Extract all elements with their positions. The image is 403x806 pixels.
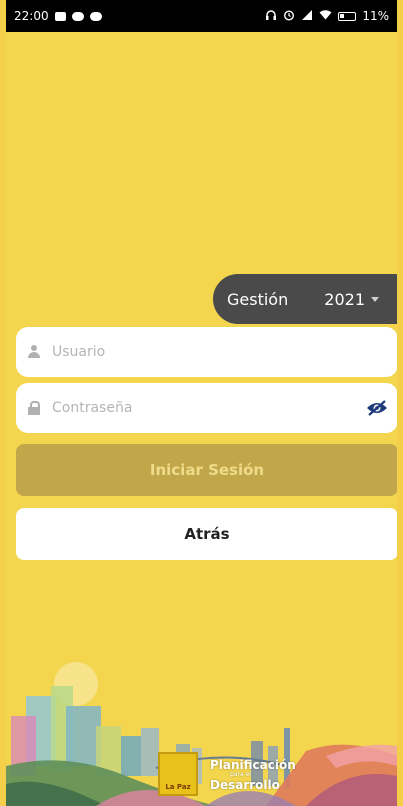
- alarm-icon: [283, 9, 295, 24]
- notification-icon: [71, 11, 84, 21]
- notification-icon: [89, 11, 102, 21]
- headset-icon: [265, 9, 277, 24]
- planificacion-desarrollo-logo: Planificación para el Desarrollo: [210, 758, 296, 792]
- back-button[interactable]: Atrás: [16, 508, 397, 560]
- status-time: 22:00: [14, 9, 49, 23]
- battery-icon: [338, 11, 357, 21]
- city-skyline-illustration: [6, 662, 397, 806]
- year-value: 2021: [324, 289, 365, 309]
- user-icon: [28, 345, 40, 359]
- app-screen: Gestión 2021 Iniciar Sesión Atrás: [6, 32, 397, 806]
- username-field-container: [16, 327, 397, 377]
- lock-icon: [28, 401, 40, 415]
- notification-icon: [54, 11, 66, 21]
- login-button[interactable]: Iniciar Sesión: [16, 444, 397, 496]
- username-input[interactable]: [50, 343, 388, 361]
- gestion-selector[interactable]: Gestión 2021: [213, 274, 397, 324]
- logo-line-3: Desarrollo: [210, 778, 280, 792]
- logo-line-1: Planificación: [210, 758, 296, 772]
- la-paz-logo-text: La Paz: [165, 783, 191, 791]
- year-dropdown[interactable]: 2021: [324, 290, 379, 309]
- gestion-label: Gestión: [227, 289, 289, 309]
- password-input[interactable]: [50, 399, 356, 417]
- status-bar: 22:00 11%: [6, 0, 397, 32]
- battery-percent: 11%: [362, 9, 389, 23]
- password-field-container: [16, 383, 397, 433]
- eye-off-icon[interactable]: [366, 400, 388, 416]
- chevron-down-icon: [371, 296, 379, 302]
- la-paz-logo: La Paz: [158, 752, 198, 796]
- signal-icon: [301, 9, 313, 24]
- wifi-icon: [319, 9, 332, 23]
